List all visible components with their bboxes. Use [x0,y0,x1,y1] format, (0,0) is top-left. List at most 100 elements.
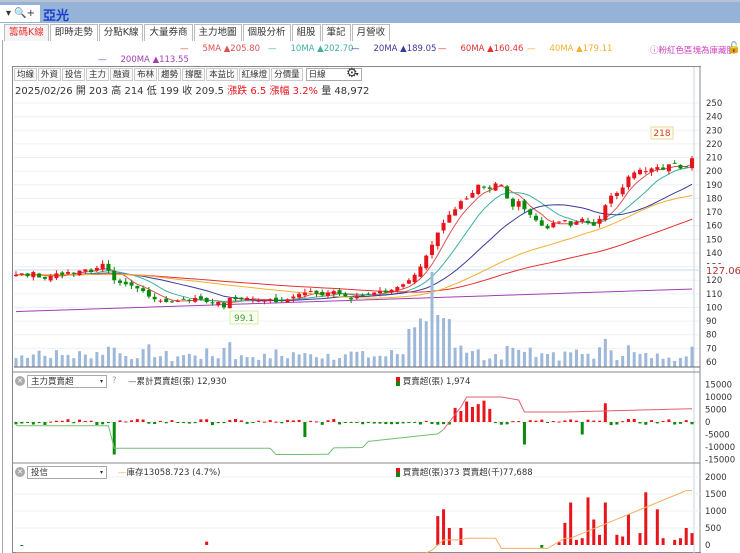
candle-body [141,288,146,292]
net-buy-bar [338,422,342,425]
price-tick: 110 [706,290,722,300]
candle-body [54,273,59,279]
panel2-select[interactable]: 主力買賣超 ▾ [27,375,107,388]
trust-net-bar [690,533,694,545]
volume-bar [476,349,480,367]
candle-body [187,299,192,301]
net-buy-bar [626,419,630,422]
net-buy-bar [395,422,399,425]
volume-bar [60,355,64,367]
volume-bar [216,358,220,367]
price-tick: 230 [706,126,722,136]
panel3-select[interactable]: 投信 ▾ [27,466,107,479]
candle-body [279,300,284,302]
high-price-label: 218 [653,129,670,139]
candle-body [447,214,452,223]
candle-body [516,201,521,207]
panel3-tick: 0 [705,541,710,551]
volume-bar [447,319,451,367]
price-tick: 170 [706,208,722,218]
volume-bar [234,359,238,367]
net-buy-bar [257,420,261,422]
close-panel-icon[interactable]: ✕ [15,467,25,477]
volume-bar [499,359,503,367]
net-buy-bar [199,419,203,422]
net-buy-bar [54,420,58,422]
volume-bar [95,352,99,367]
candle-body [424,255,429,269]
net-buy-bar [141,419,145,422]
volume-bar [332,359,336,367]
net-buy-bar [632,418,636,422]
price-tick: 160 [706,222,722,232]
candle-body [591,222,596,226]
panel3-tick: 1500 [705,490,727,500]
candle-body [562,220,567,222]
volume-bar [187,353,191,367]
candle-body [522,200,527,210]
volume-bar [147,344,151,367]
volume-bar [326,353,330,367]
candle-body [31,272,36,278]
volume-bar [72,358,76,367]
net-buy-bar [135,419,139,422]
volume-bar [228,342,232,367]
panel2-tick: 10000 [705,393,732,403]
volume-bar [580,354,584,367]
candle-body [349,298,354,300]
net-buy-bar [291,420,295,422]
net-buy-bar [563,420,567,422]
candle-body [430,244,434,255]
candle-body [100,263,105,270]
volume-bar [569,352,573,367]
net-buy-bar [511,421,515,423]
volume-bar [205,348,209,367]
candle-body [164,298,169,303]
close-panel-icon[interactable]: ✕ [15,376,25,386]
candle-body [14,274,18,277]
net-buy-bar [210,422,214,426]
net-buy-bar [182,422,186,423]
candle-body [476,184,481,195]
net-buy-bar [297,419,301,422]
volume-bar [101,354,105,367]
candle-body [551,222,556,228]
trust-net-bar [626,514,630,545]
volume-bar [297,354,301,367]
volume-bar [690,346,694,367]
candle-body [510,198,515,207]
candle-body [412,274,417,283]
candle-body [383,290,388,293]
candle-body [285,299,290,303]
candle-body [112,270,117,281]
candle-body [274,297,278,303]
price-tick: 150 [706,235,722,245]
candle-body [614,192,619,197]
net-buy-bar [164,422,168,424]
net-buy-bar [678,422,682,424]
price-tick: 100 [706,303,722,313]
volume-bar [366,357,370,367]
volume-bar [551,352,555,367]
net-buy-bar [187,422,191,424]
price-tick: 200 [706,167,722,177]
candle-body [152,296,157,300]
crosshair-price: 127.06 [706,266,740,277]
net-buy-bar [482,400,486,422]
panel2-bar-label: 買賣超(張) 1,974 [396,375,470,387]
net-buy-bar [251,422,255,423]
trust-net-bar [540,545,544,548]
chart-canvas[interactable]: 2502402302202102001901801701601501401301… [0,0,740,553]
volume-bar [268,358,272,367]
candle-body [389,289,394,293]
candle-body [83,269,88,272]
candle-body [239,297,244,300]
volume-bar [418,318,422,367]
volume-bar [372,356,376,367]
volume-bar [309,354,313,367]
net-buy-bar [413,422,417,424]
volume-bar [182,355,186,367]
price-tick: 250 [706,99,722,109]
help-icon[interactable]: ? [112,376,117,386]
candle-body [545,225,550,229]
